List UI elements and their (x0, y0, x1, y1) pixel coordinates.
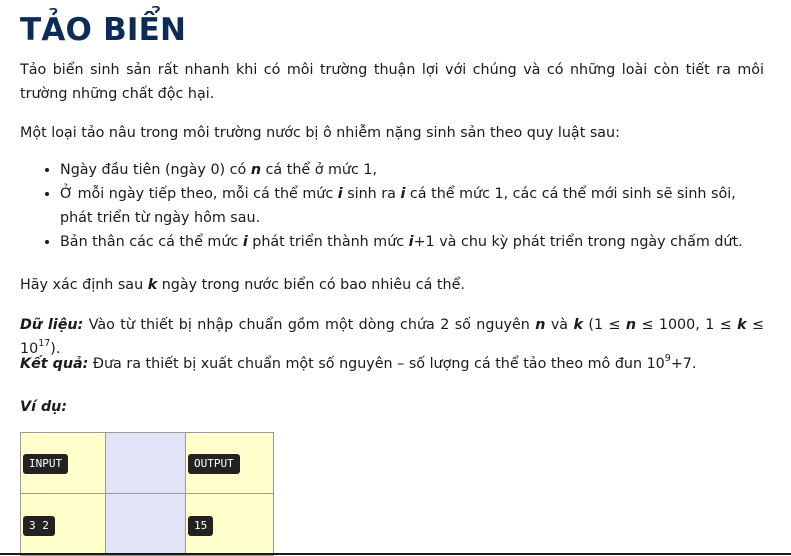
rule-item: Ngày đầu tiên (ngày 0) có n cá thể ở mức… (60, 158, 764, 182)
output-spec-label: Kết quả: (20, 356, 89, 372)
rule-intro-paragraph: Một loại tảo nâu trong môi trường nước b… (20, 125, 620, 141)
input-spec-label: Dữ liệu: (20, 317, 84, 333)
input-header-tag: INPUT (23, 454, 69, 474)
rule-item: Ở mỗi ngày tiếp theo, mỗi cá thể mức i s… (60, 182, 764, 230)
input-value-cell: 3 2 (20, 493, 106, 556)
rule-item: Bản thân các cá thể mức i phát triển thà… (60, 230, 764, 254)
example-label: Ví dụ: (20, 399, 68, 415)
input-header-cell: INPUT (20, 432, 106, 494)
example-table: INPUT OUTPUT 3 2 15 (20, 432, 274, 556)
spacer-cell (105, 493, 186, 556)
page-title: TẢO BIỂN (20, 12, 187, 48)
rules-list: Ngày đầu tiên (ngày 0) có n cá thể ở mức… (20, 158, 764, 254)
output-value-cell: 15 (185, 493, 274, 556)
spacer-cell (105, 432, 186, 494)
output-spec-paragraph: Kết quả: Đưa ra thiết bị xuất chuẩn một … (20, 353, 697, 372)
question-paragraph: Hãy xác định sau k ngày trong nước biển … (20, 277, 465, 293)
output-header-cell: OUTPUT (185, 432, 274, 494)
input-value-tag: 3 2 (23, 515, 55, 536)
output-header-tag: OUTPUT (188, 454, 240, 474)
intro-paragraph: Tảo biển sinh sản rất nhanh khi có môi t… (20, 62, 764, 102)
variable-k: k (147, 277, 158, 293)
output-value-tag: 15 (188, 515, 214, 536)
variable-n: n (250, 162, 261, 178)
